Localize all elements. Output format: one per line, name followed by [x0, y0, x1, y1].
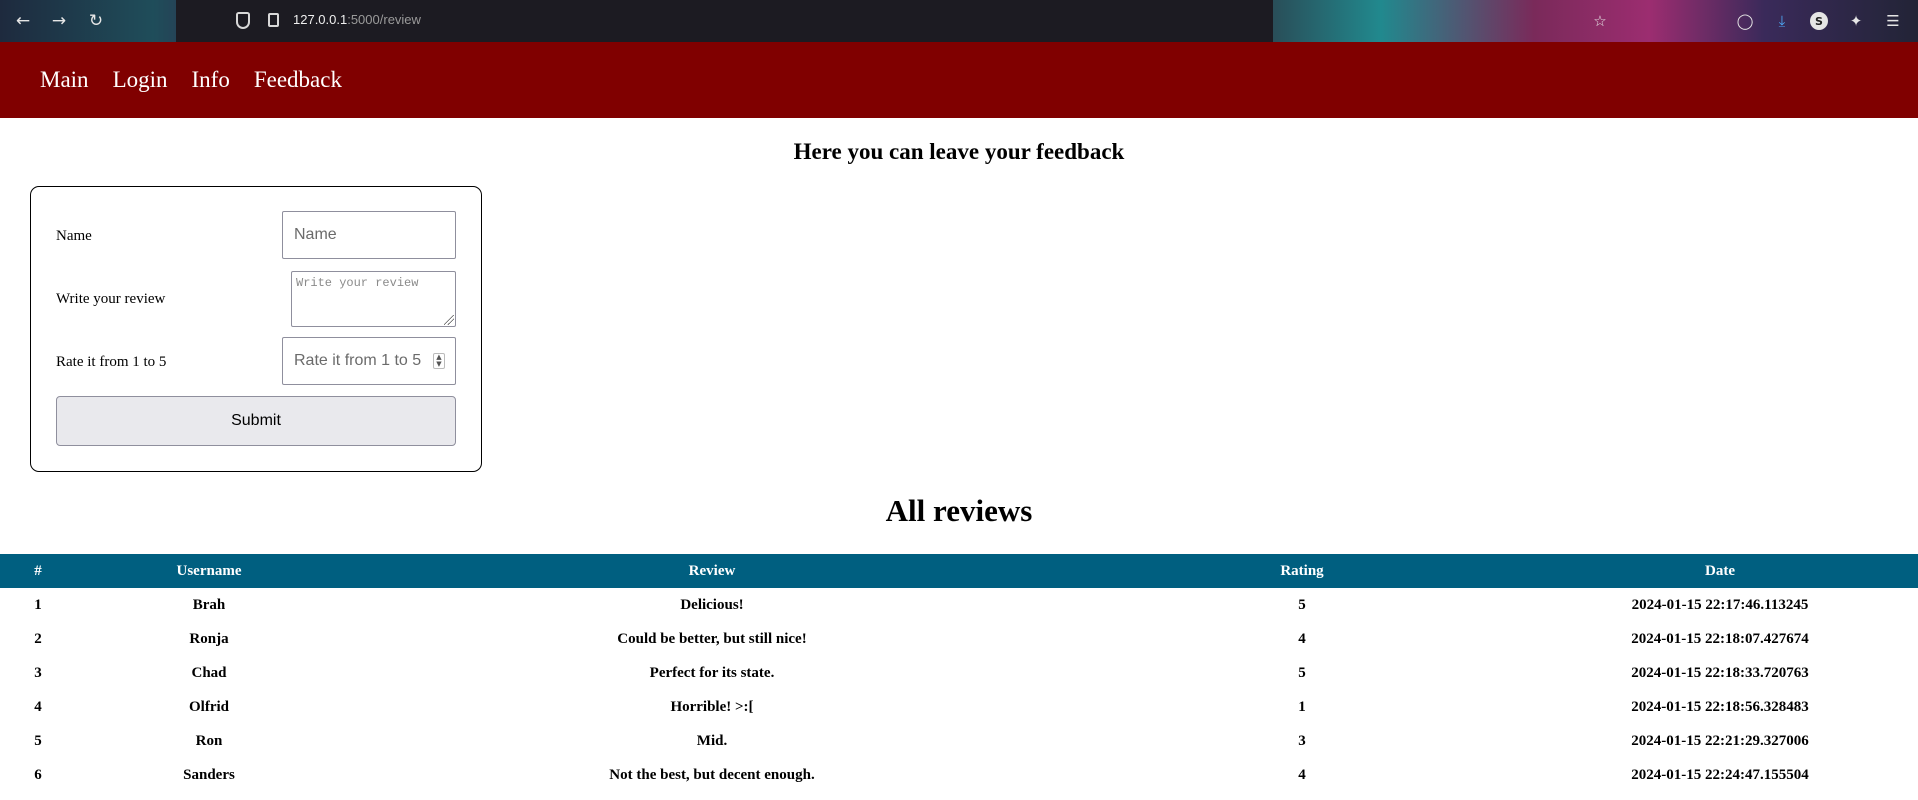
cell-username: Ronja [189, 630, 229, 647]
review-textarea[interactable]: Write your review [291, 271, 456, 327]
reload-icon[interactable]: ↻ [84, 9, 108, 33]
cell-username: Sanders [183, 766, 235, 783]
cell-date: 2024-01-15 22:18:33.720763 [1631, 664, 1809, 681]
cell-review: Perfect for its state. [649, 664, 775, 681]
cell-date: 2024-01-15 22:18:56.328483 [1631, 698, 1809, 715]
cell-review: Mid. [696, 732, 728, 749]
feedback-form: Name Name Write your review Write your r… [30, 186, 482, 472]
cell-rating: 4 [1298, 766, 1306, 783]
cell-number: 1 [34, 596, 42, 613]
nav-link-login[interactable]: Login [113, 67, 168, 93]
cell-review: Delicious! [680, 596, 744, 613]
nav-link-info[interactable]: Info [192, 67, 230, 93]
rating-input[interactable]: Rate it from 1 to 5 ▲ ▼ [282, 337, 456, 385]
column-header-rating: Rating [1082, 554, 1522, 588]
submit-button[interactable]: Submit [56, 396, 456, 446]
table-row: 5 Ron Mid. 3 2024-01-15 22:21:29.327006 [0, 724, 1918, 758]
name-input[interactable]: Name [282, 211, 456, 259]
menu-icon[interactable]: ☰ [1882, 10, 1904, 32]
cell-number: 4 [34, 698, 42, 715]
cell-rating: 1 [1298, 698, 1306, 715]
name-label: Name [56, 228, 92, 244]
number-spinner-icon[interactable]: ▲ ▼ [433, 353, 445, 369]
all-reviews-heading: All reviews [885, 493, 1033, 528]
cell-number: 5 [34, 732, 42, 749]
cell-review: Not the best, but decent enough. [609, 766, 815, 783]
cell-username: Ron [195, 732, 223, 749]
toolbar-right-icons: ◯ ⤓ S ✦ ☰ [1718, 0, 1918, 42]
download-icon[interactable]: ⤓ [1771, 10, 1793, 32]
browser-toolbar: ← → ↻ 127.0.0.1:5000/review ☆ ◯ ⤓ S ✦ ☰ [0, 0, 1918, 42]
url-path: :5000/review [347, 12, 421, 27]
rating-label: Rate it from 1 to 5 [56, 354, 167, 370]
shield-icon[interactable] [236, 12, 250, 29]
column-header-review: Review [342, 554, 1082, 588]
cell-date: 2024-01-15 22:21:29.327006 [1631, 732, 1809, 749]
reviews-table: # Username Review Rating Date 1 Brah Del… [0, 554, 1918, 792]
review-label: Write your review [56, 291, 166, 307]
url-text[interactable]: 127.0.0.1:5000/review [293, 12, 421, 27]
column-header-number: # [0, 554, 76, 588]
feedback-heading: Here you can leave your feedback [793, 139, 1125, 164]
cell-number: 6 [34, 766, 42, 783]
resize-grip-icon[interactable] [444, 315, 454, 325]
cell-rating: 5 [1298, 596, 1306, 613]
nav-link-feedback[interactable]: Feedback [254, 67, 342, 93]
cell-number: 2 [34, 630, 42, 647]
address-bar[interactable]: 127.0.0.1:5000/review ☆ [176, 0, 1607, 42]
extensions-icon[interactable]: ✦ [1845, 10, 1867, 32]
cell-username: Olfrid [189, 698, 229, 715]
cell-review: Horrible! >:[ [670, 698, 754, 715]
cell-date: 2024-01-15 22:17:46.113245 [1631, 596, 1809, 613]
column-header-username: Username [76, 554, 342, 588]
url-host: 127.0.0.1 [293, 12, 348, 27]
cell-rating: 3 [1298, 732, 1306, 749]
table-row: 6 Sanders Not the best, but decent enoug… [0, 758, 1918, 792]
table-header-row: # Username Review Rating Date [0, 554, 1918, 588]
table-row: 1 Brah Delicious! 5 2024-01-15 22:17:46.… [0, 588, 1918, 622]
column-header-date: Date [1522, 554, 1918, 588]
nav-link-main[interactable]: Main [40, 67, 89, 93]
bookmark-star-icon[interactable]: ☆ [1589, 10, 1611, 32]
cell-review: Could be better, but still nice! [617, 630, 807, 647]
page-info-icon[interactable] [268, 13, 279, 27]
rating-placeholder: Rate it from 1 to 5 [294, 352, 422, 369]
account-avatar[interactable]: S [1810, 12, 1828, 30]
forward-arrow-icon[interactable]: → [47, 9, 71, 33]
review-placeholder: Write your review [296, 276, 419, 290]
cell-rating: 5 [1298, 664, 1306, 681]
cell-date: 2024-01-15 22:24:47.155504 [1631, 766, 1809, 783]
pocket-icon[interactable]: ◯ [1734, 10, 1756, 32]
cell-rating: 4 [1298, 630, 1306, 647]
table-row: 2 Ronja Could be better, but still nice!… [0, 622, 1918, 656]
table-row: 4 Olfrid Horrible! >:[ 1 2024-01-15 22:1… [0, 690, 1918, 724]
table-row: 3 Chad Perfect for its state. 5 2024-01-… [0, 656, 1918, 690]
cell-date: 2024-01-15 22:18:07.427674 [1631, 630, 1809, 647]
cell-username: Chad [191, 664, 227, 681]
cell-number: 3 [34, 664, 42, 681]
cell-username: Brah [192, 596, 226, 613]
site-navbar: Main Login Info Feedback [0, 42, 1918, 118]
back-arrow-icon[interactable]: ← [11, 9, 35, 33]
